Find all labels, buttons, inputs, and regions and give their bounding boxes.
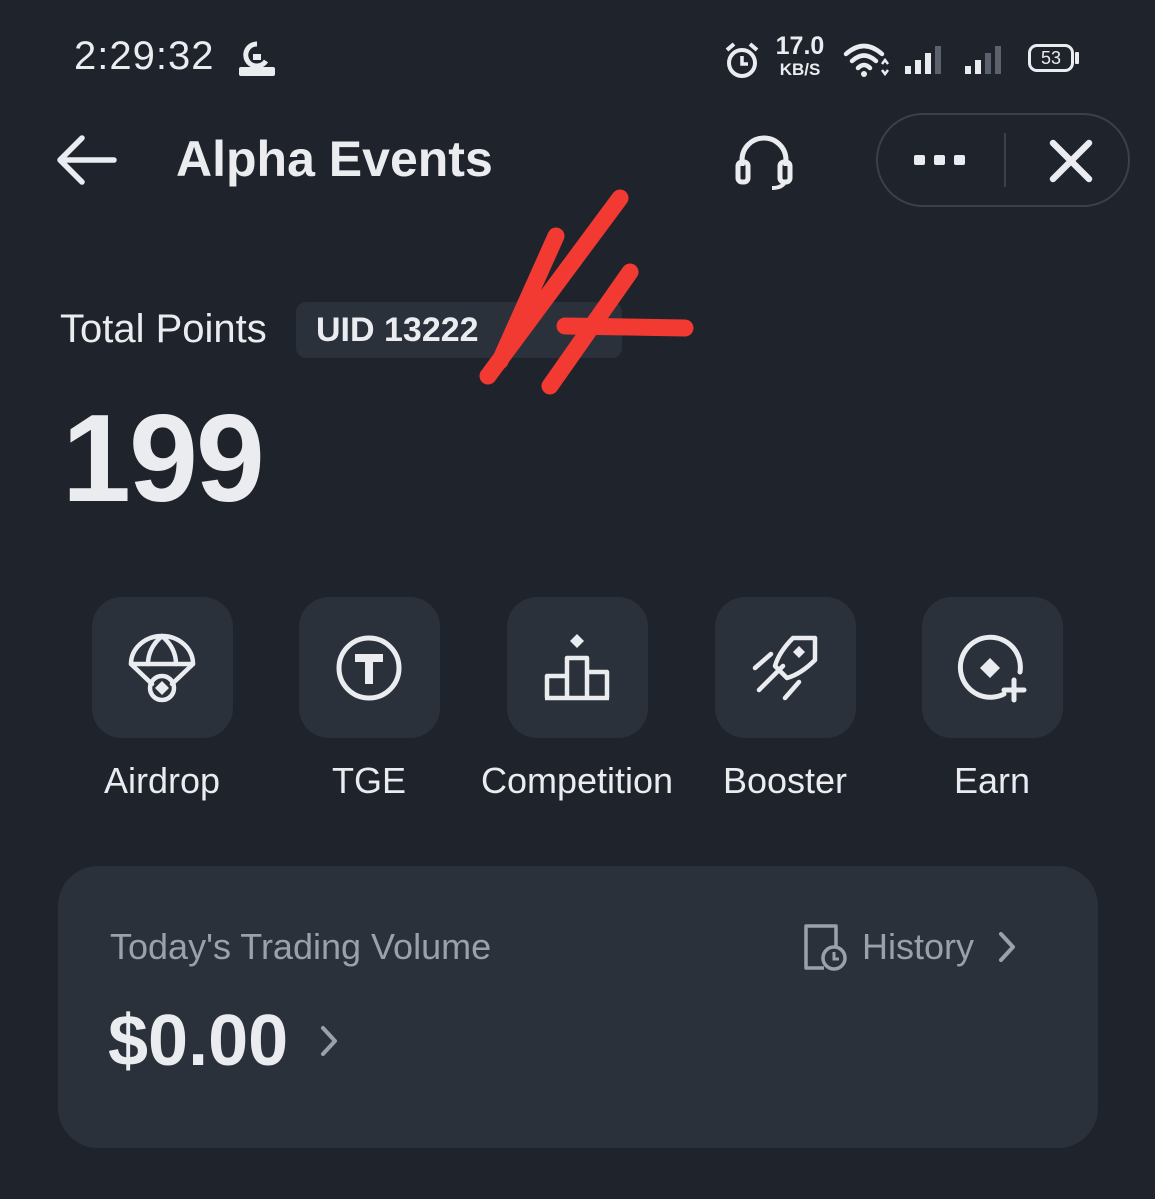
feature-booster[interactable]: Booster xyxy=(685,597,885,802)
history-clock-icon xyxy=(804,924,847,971)
feature-airdrop[interactable]: Airdrop xyxy=(62,597,262,802)
feature-label: Booster xyxy=(722,760,848,801)
feature-tile[interactable] xyxy=(921,597,1063,738)
more-dots-icon[interactable] xyxy=(904,140,976,180)
trading-volume-value-row[interactable]: $0.00 xyxy=(108,1000,340,1082)
battery-tip xyxy=(1075,52,1079,64)
feature-tile[interactable] xyxy=(714,597,856,738)
alarm-icon xyxy=(725,42,759,78)
status-time: 2:29:32 xyxy=(74,34,215,78)
trading-volume-value: $0.00 xyxy=(108,1001,289,1081)
coin-plus-icon xyxy=(957,634,1027,702)
wifi-icon xyxy=(843,43,889,77)
parachute-icon xyxy=(128,633,196,702)
feature-label: TGE xyxy=(331,760,406,801)
battery-level: 53 xyxy=(1040,48,1062,68)
total-points-label: Total Points xyxy=(60,307,267,351)
app-notification-icon xyxy=(239,41,275,76)
battery-icon: 53 xyxy=(1028,44,1074,72)
feature-tile[interactable] xyxy=(91,597,233,738)
history-link[interactable]: History xyxy=(800,918,1018,976)
page-title: Alpha Events xyxy=(176,131,493,187)
token-t-icon xyxy=(336,635,402,700)
feature-tile[interactable] xyxy=(298,597,440,738)
uid-chip[interactable]: UID 13222 xyxy=(296,302,622,358)
network-speed: 17.0 KB/S xyxy=(772,32,828,79)
feature-tile[interactable] xyxy=(506,597,648,738)
signal-icon xyxy=(905,46,941,74)
redaction-scribble xyxy=(479,189,694,395)
podium-icon xyxy=(544,633,610,700)
signal-icon-2 xyxy=(965,46,1001,74)
trading-volume-label: Today's Trading Volume xyxy=(110,926,492,967)
headset-support-icon[interactable] xyxy=(732,128,796,192)
feature-competition[interactable]: Competition xyxy=(477,597,677,802)
rocket-icon xyxy=(752,635,818,700)
close-icon[interactable] xyxy=(1040,130,1102,192)
chevron-right-icon xyxy=(321,1026,338,1056)
chevron-right-icon xyxy=(999,932,1016,962)
total-points-value: 199 xyxy=(62,390,265,528)
feature-earn[interactable]: Earn xyxy=(892,597,1092,802)
feature-label: Airdrop xyxy=(103,760,221,801)
feature-label: Earn xyxy=(953,760,1031,801)
history-label: History xyxy=(862,926,975,967)
network-speed-value: 17.0 xyxy=(775,32,825,60)
capsule-divider xyxy=(1004,133,1006,187)
feature-label: Competition xyxy=(480,760,674,801)
network-speed-unit: KB/S xyxy=(779,60,821,79)
feature-tge[interactable]: TGE xyxy=(269,597,469,802)
back-arrow-icon[interactable] xyxy=(52,128,122,192)
